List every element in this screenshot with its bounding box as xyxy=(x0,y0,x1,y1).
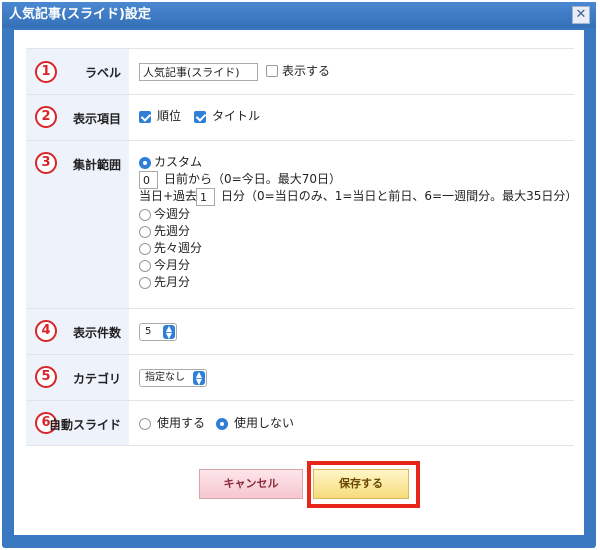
rank-checkbox-label: 順位 xyxy=(157,109,182,123)
label-heading: ラベル xyxy=(84,66,121,80)
count-select[interactable]: 5 ▲ ▼ xyxy=(139,323,177,341)
settings-dialog: 人気記事(スライド)設定 ✕ 1 ラベル 表示する 2 表示項目 xyxy=(2,2,596,548)
number-marker: 5 xyxy=(35,366,57,388)
title-checkbox-label: タイトル xyxy=(212,109,261,123)
number-marker: 2 xyxy=(35,106,57,128)
title-checkbox[interactable] xyxy=(194,111,206,123)
count-heading: 表示件数 xyxy=(72,326,121,340)
range-radio-custom[interactable] xyxy=(139,157,151,169)
number-marker: 4 xyxy=(35,320,57,342)
row-display-items: 2 表示項目 順位 タイトル xyxy=(26,94,574,140)
range-option-label: 先週分 xyxy=(154,224,191,238)
number-marker: 3 xyxy=(35,152,57,174)
range-radio-this-month[interactable] xyxy=(139,260,151,272)
slide-radio-not-use[interactable] xyxy=(216,418,228,430)
show-checkbox-label: 表示する xyxy=(282,64,331,78)
past-suffix: 日分（0=当日のみ、1=当日と前日、6=一週間分。最大35日分） xyxy=(221,189,578,203)
dialog-title: 人気記事(スライド)設定 xyxy=(2,2,596,28)
row-count: 4 表示件数 5 ▲ ▼ xyxy=(26,308,574,354)
label-input[interactable] xyxy=(139,63,258,81)
save-button[interactable]: 保存する xyxy=(313,469,409,499)
select-arrow-icon: ▲ ▼ xyxy=(193,371,205,386)
row-auto-slide: 6 自動スライド 使用する 使用しない xyxy=(26,400,574,446)
range-heading: 集計範囲 xyxy=(72,158,121,172)
range-custom-label: カスタム xyxy=(154,155,203,169)
category-select[interactable]: 指定なし ▲ ▼ xyxy=(139,369,207,387)
count-select-value: 5 xyxy=(145,326,152,337)
number-marker: 1 xyxy=(35,61,57,83)
past-prefix: 当日+過去 xyxy=(139,189,198,203)
range-option-label: 今月分 xyxy=(154,258,191,272)
range-option-label: 今週分 xyxy=(154,207,191,221)
row-label: 1 ラベル 表示する xyxy=(26,48,574,94)
category-heading: カテゴリ xyxy=(72,372,121,386)
range-radio-last-week[interactable] xyxy=(139,226,151,238)
show-checkbox[interactable] xyxy=(266,65,278,77)
rank-checkbox[interactable] xyxy=(139,111,151,123)
row-range: 3 集計範囲 カスタム 日前から（0=今日。最大70日） 当日+過去 日分（0=… xyxy=(26,140,578,308)
settings-table: 1 ラベル 表示する 2 表示項目 順位 xyxy=(26,48,578,446)
days-before-input[interactable] xyxy=(139,171,158,189)
auto-slide-heading: 自動スライド xyxy=(48,418,121,432)
slide-not-use-label: 使用しない xyxy=(234,416,295,430)
row-label-header: 1 ラベル xyxy=(26,49,129,94)
row-category: 5 カテゴリ 指定なし ▲ ▼ xyxy=(26,354,574,400)
slide-use-label: 使用する xyxy=(157,416,206,430)
range-option-label: 先々週分 xyxy=(154,241,203,255)
slide-radio-use[interactable] xyxy=(139,418,151,430)
select-arrow-icon: ▲ ▼ xyxy=(163,325,175,340)
display-items-heading: 表示項目 xyxy=(72,112,121,126)
close-icon[interactable]: ✕ xyxy=(572,6,590,24)
range-radio-last-month[interactable] xyxy=(139,277,151,289)
days-before-suffix: 日前から（0=今日。最大70日） xyxy=(164,172,341,186)
range-option-label: 先月分 xyxy=(154,275,191,289)
past-days-input[interactable] xyxy=(196,188,215,206)
dialog-body: 1 ラベル 表示する 2 表示項目 順位 xyxy=(14,30,584,535)
category-select-value: 指定なし xyxy=(145,372,185,383)
range-radio-week-before-last[interactable] xyxy=(139,243,151,255)
range-radio-this-week[interactable] xyxy=(139,209,151,221)
cancel-button[interactable]: キャンセル xyxy=(199,469,303,499)
